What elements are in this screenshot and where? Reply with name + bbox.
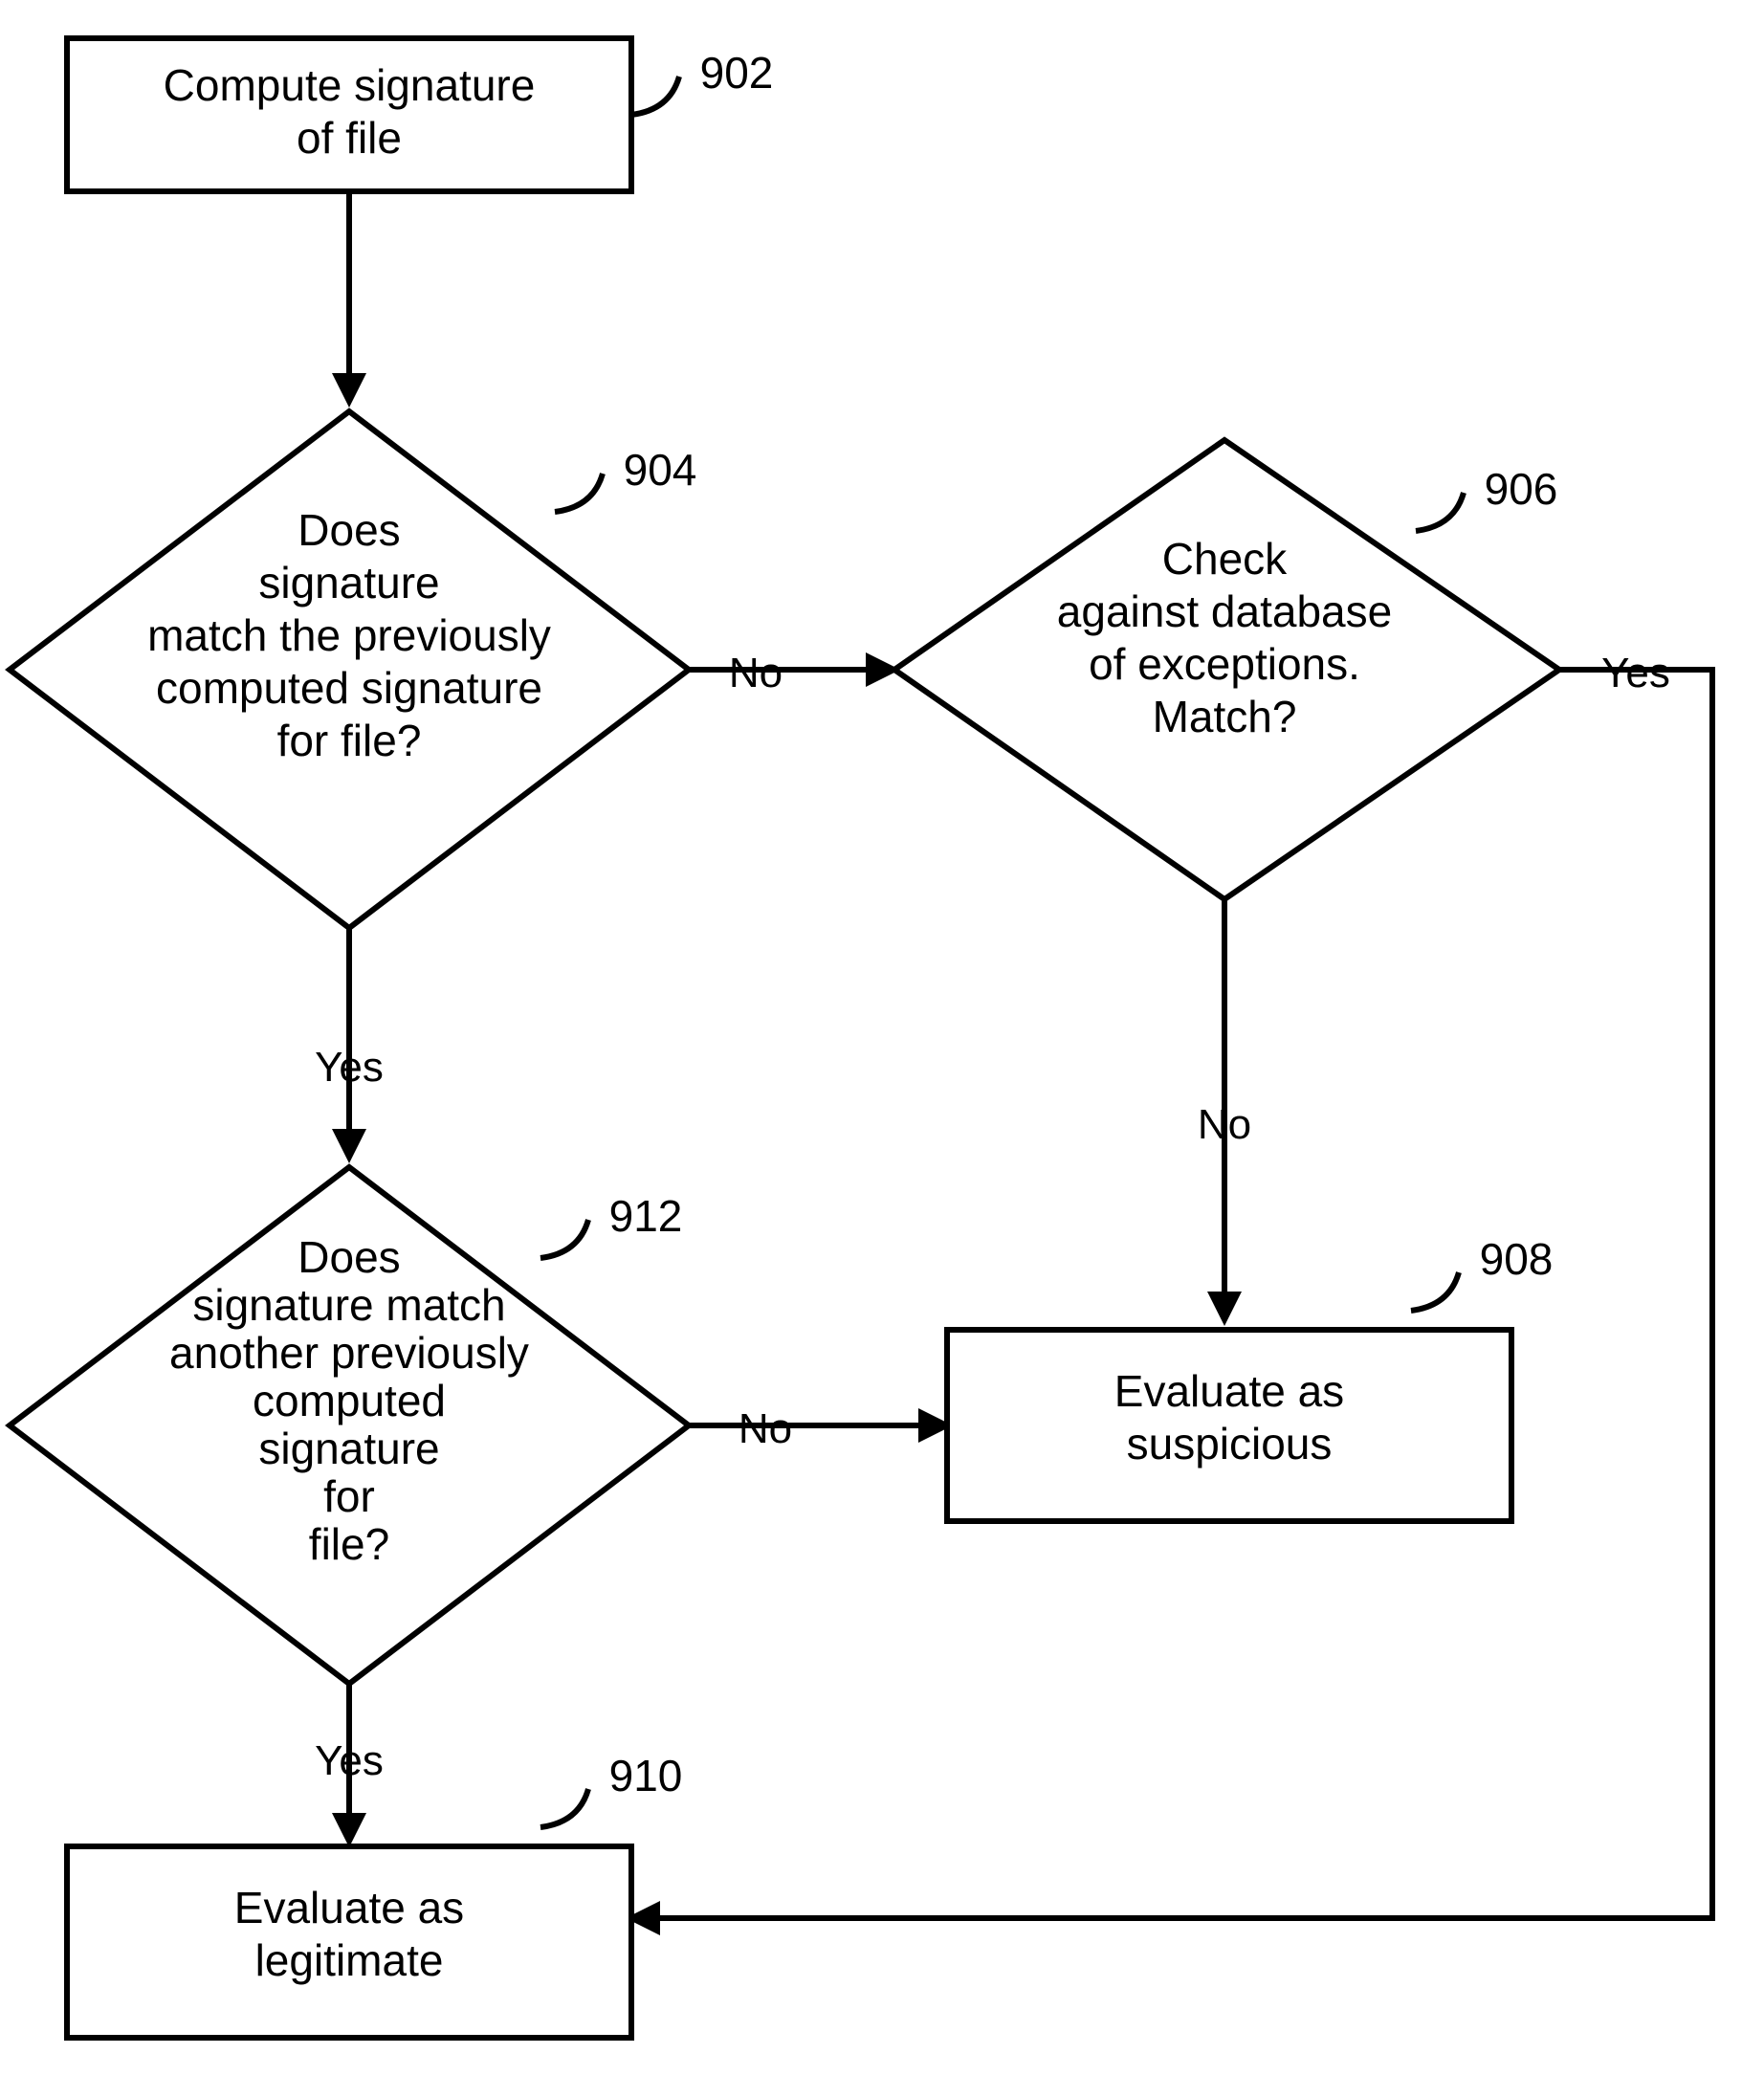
node-904-l5: for file? [277, 716, 422, 765]
ref-912: 912 [609, 1191, 683, 1241]
node-912-l6: for [323, 1471, 375, 1521]
node-902-line1: Compute signature [164, 60, 536, 110]
node-912-l1: Does [298, 1232, 400, 1282]
node-910-l1: Evaluate as [234, 1883, 464, 1932]
node-908-l2: suspicious [1127, 1419, 1333, 1469]
node-912-l5: signature [258, 1424, 439, 1473]
ref-leader-910 [540, 1789, 588, 1827]
ref-908: 908 [1480, 1234, 1554, 1284]
node-908: Evaluate as suspicious [947, 1330, 1511, 1521]
ref-leader-912 [540, 1220, 588, 1258]
edge-904-906-label: No [729, 650, 783, 696]
node-910-l2: legitimate [255, 1935, 444, 1985]
node-910: Evaluate as legitimate [67, 1846, 631, 2038]
node-912-l4: computed [253, 1376, 446, 1425]
node-904-l4: computed signature [156, 663, 542, 713]
node-904-l3: match the previously [147, 610, 551, 660]
node-904-l2: signature [258, 558, 439, 607]
ref-910: 910 [609, 1751, 683, 1800]
ref-leader-904 [555, 474, 603, 512]
node-904: Does signature match the previously comp… [10, 411, 689, 928]
node-912-l2: signature match [192, 1280, 505, 1330]
edge-904-912-label: Yes [315, 1044, 384, 1091]
node-912-l3: another previously [169, 1328, 529, 1378]
node-908-l1: Evaluate as [1114, 1366, 1344, 1416]
edge-912-910-label: Yes [315, 1737, 384, 1784]
node-904-l1: Does [298, 505, 400, 555]
ref-leader-908 [1411, 1272, 1459, 1311]
ref-904: 904 [624, 445, 697, 495]
node-902-line2: of file [297, 113, 402, 163]
ref-leader-902 [631, 77, 679, 115]
ref-902: 902 [700, 48, 774, 98]
node-906-l4: Match? [1153, 692, 1297, 741]
node-906-l2: against database [1057, 586, 1392, 636]
edge-912-908-label: No [739, 1405, 792, 1452]
ref-906: 906 [1485, 464, 1558, 514]
node-906-l1: Check [1162, 534, 1288, 584]
node-906-l3: of exceptions. [1089, 639, 1360, 689]
ref-leader-906 [1416, 493, 1464, 531]
node-912: Does signature match another previously … [10, 1167, 689, 1684]
node-912-l7: file? [309, 1519, 389, 1569]
edge-906-910-label: Yes [1601, 650, 1670, 696]
edge-906-908-label: No [1198, 1101, 1251, 1148]
node-902: Compute signature of file [67, 38, 631, 191]
